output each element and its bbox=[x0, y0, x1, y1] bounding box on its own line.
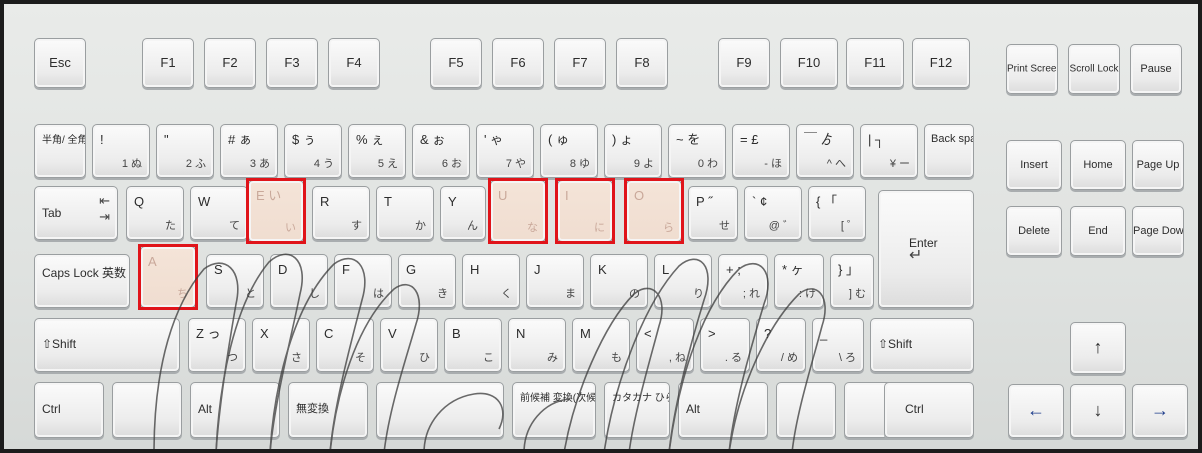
key-space[interactable] bbox=[376, 382, 504, 438]
key-7[interactable]: ' ゃ7 や bbox=[476, 124, 534, 178]
key-pause[interactable]: Pause bbox=[1130, 44, 1182, 94]
key-hankaku-zenkaku[interactable]: 半角/ 全角 bbox=[34, 124, 86, 178]
key-n[interactable]: Nみ bbox=[508, 318, 566, 372]
key-l[interactable]: Lり bbox=[654, 254, 712, 308]
key-ctrl-left[interactable]: Ctrl bbox=[34, 382, 104, 438]
key-5[interactable]: % ぇ5 え bbox=[348, 124, 406, 178]
key-muhenkan[interactable]: 無変換 bbox=[288, 382, 368, 438]
key-o[interactable]: Oら bbox=[626, 180, 682, 242]
key-arrow-right[interactable]: → bbox=[1132, 384, 1188, 438]
key-home[interactable]: Home bbox=[1070, 140, 1126, 190]
key-shift-left[interactable]: ⇧Shift bbox=[34, 318, 180, 372]
key-scroll-lock[interactable]: Scroll Lock bbox=[1068, 44, 1120, 94]
key-arrow-left[interactable]: ← bbox=[1008, 384, 1064, 438]
key-arrow-down[interactable]: ↓ bbox=[1070, 384, 1126, 438]
key-i[interactable]: Iに bbox=[557, 180, 613, 242]
key-insert[interactable]: Insert bbox=[1006, 140, 1062, 190]
key-katakana-hiragana[interactable]: カタカナ ひらがな bbox=[604, 382, 670, 438]
key-v[interactable]: Vひ bbox=[380, 318, 438, 372]
key-print-screen[interactable]: Print Screen bbox=[1006, 44, 1058, 94]
key-h[interactable]: Hく bbox=[462, 254, 520, 308]
key-bracket-left[interactable]: { 「[ ゜ bbox=[808, 186, 866, 240]
key-ctrl-right[interactable]: Ctrl bbox=[884, 382, 974, 438]
key-backspace[interactable]: Back space bbox=[924, 124, 974, 178]
key-f12[interactable]: F12 bbox=[912, 38, 970, 88]
key-2[interactable]: " 2 ふ bbox=[156, 124, 214, 178]
key-colon[interactable]: * ヶ: け bbox=[774, 254, 824, 308]
key-u[interactable]: Uな bbox=[490, 180, 546, 242]
key-m[interactable]: Mも bbox=[572, 318, 630, 372]
arrow-up-icon: ↑ bbox=[1093, 337, 1103, 358]
key-f10[interactable]: F10 bbox=[780, 38, 838, 88]
key-shift-right[interactable]: ⇧Shift bbox=[870, 318, 974, 372]
key-f3[interactable]: F3 bbox=[266, 38, 318, 88]
key-windows-left[interactable] bbox=[112, 382, 182, 438]
key-tab[interactable]: Tab ⇤ ⇥ bbox=[34, 186, 118, 240]
key-j[interactable]: Jま bbox=[526, 254, 584, 308]
key-backslash[interactable]: _ \ ろ bbox=[812, 318, 864, 372]
key-0[interactable]: ~ を0 わ bbox=[668, 124, 726, 178]
key-alt-right[interactable]: Alt bbox=[678, 382, 768, 438]
key-f4[interactable]: F4 bbox=[328, 38, 380, 88]
key-x[interactable]: Xさ bbox=[252, 318, 310, 372]
key-caret[interactable]: ￣ ゟ ^ へ bbox=[796, 124, 854, 178]
key-f1[interactable]: F1 bbox=[142, 38, 194, 88]
key-f9[interactable]: F9 bbox=[718, 38, 770, 88]
key-r[interactable]: Rす bbox=[312, 186, 370, 240]
tab-arrows-icon: ⇤ ⇥ bbox=[99, 193, 110, 224]
key-1[interactable]: ! 1 ぬ bbox=[92, 124, 150, 178]
key-at[interactable]: ` ¢ @ ゛ bbox=[744, 186, 802, 240]
key-f6[interactable]: F6 bbox=[492, 38, 544, 88]
key-slash[interactable]: ? / め bbox=[756, 318, 806, 372]
key-alt-left[interactable]: Alt bbox=[190, 382, 280, 438]
key-a[interactable]: Aち bbox=[140, 246, 196, 308]
key-t[interactable]: Tか bbox=[376, 186, 434, 240]
key-henkan[interactable]: 前候補 変換(次候補) bbox=[512, 382, 596, 438]
key-page-down[interactable]: Page Down bbox=[1132, 206, 1184, 256]
key-z[interactable]: Z っつ bbox=[188, 318, 246, 372]
key-enter[interactable]: Enter ↵ bbox=[878, 190, 974, 308]
key-esc[interactable]: Esc bbox=[34, 38, 86, 88]
key-q[interactable]: Qた bbox=[126, 186, 184, 240]
key-w[interactable]: Wて bbox=[190, 186, 248, 240]
key-9[interactable]: ) ょ9 よ bbox=[604, 124, 662, 178]
key-6[interactable]: & ぉ6 お bbox=[412, 124, 470, 178]
arrow-down-icon: ↓ bbox=[1093, 400, 1103, 421]
key-bracket-right[interactable]: } 」] む bbox=[830, 254, 874, 308]
key-arrow-up[interactable]: ↑ bbox=[1070, 322, 1126, 374]
key-8[interactable]: ( ゅ8 ゆ bbox=[540, 124, 598, 178]
arrow-left-icon: ← bbox=[1027, 400, 1045, 421]
key-f11[interactable]: F11 bbox=[846, 38, 904, 88]
key-b[interactable]: Bこ bbox=[444, 318, 502, 372]
keyboard: Esc F1 F2 F3 F4 F5 F6 F7 F8 F9 F10 F11 F… bbox=[0, 0, 1202, 453]
key-f2[interactable]: F2 bbox=[204, 38, 256, 88]
key-page-up[interactable]: Page Up bbox=[1132, 140, 1184, 190]
key-caps-lock[interactable]: Caps Lock 英数 bbox=[34, 254, 130, 308]
key-f7[interactable]: F7 bbox=[554, 38, 606, 88]
key-windows-right[interactable] bbox=[776, 382, 836, 438]
key-comma[interactable]: <, ね bbox=[636, 318, 694, 372]
key-3[interactable]: # ぁ3 あ bbox=[220, 124, 278, 178]
key-end[interactable]: End bbox=[1070, 206, 1126, 256]
key-period[interactable]: >. る bbox=[700, 318, 750, 372]
enter-arrow-icon: ↵ bbox=[909, 247, 923, 264]
key-e[interactable]: E いい bbox=[248, 180, 304, 242]
arrow-right-icon: → bbox=[1151, 400, 1169, 421]
key-k[interactable]: Kの bbox=[590, 254, 648, 308]
key-d[interactable]: Dし bbox=[270, 254, 328, 308]
key-4[interactable]: $ ぅ4 う bbox=[284, 124, 342, 178]
key-semicolon[interactable]: + ;; れ bbox=[718, 254, 768, 308]
key-f5[interactable]: F5 bbox=[430, 38, 482, 88]
key-p[interactable]: P ˝ せ bbox=[688, 186, 738, 240]
key-s[interactable]: Sと bbox=[206, 254, 264, 308]
key-c[interactable]: Cそ bbox=[316, 318, 374, 372]
key-f8[interactable]: F8 bbox=[616, 38, 668, 88]
key-f[interactable]: Fは bbox=[334, 254, 392, 308]
key-delete[interactable]: Delete bbox=[1006, 206, 1062, 256]
key-yen[interactable]: | ┐ ¥ ー bbox=[860, 124, 918, 178]
key-minus[interactable]: = £ - ほ bbox=[732, 124, 790, 178]
key-g[interactable]: Gき bbox=[398, 254, 456, 308]
key-y[interactable]: Yん bbox=[440, 186, 486, 240]
